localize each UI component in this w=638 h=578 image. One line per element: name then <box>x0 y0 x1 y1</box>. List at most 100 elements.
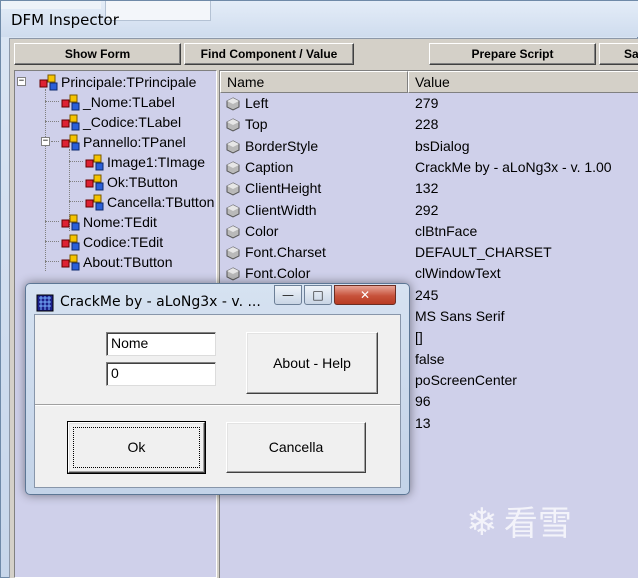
tree-node-label: _Nome:TLabel <box>83 94 175 110</box>
property-name: Font.Charset <box>245 244 326 261</box>
save-button[interactable]: Sav <box>599 43 638 65</box>
tree-node-label: Ok:TButton <box>107 174 178 190</box>
property-value[interactable]: 96 <box>415 393 431 409</box>
property-value[interactable]: clBtnFace <box>415 223 477 239</box>
minimize-button[interactable]: — <box>274 285 302 305</box>
tree-node-label: Principale:TPrincipale <box>61 74 197 90</box>
dialog-client: Nome 0 About - Help Ok Cancella <box>34 314 401 488</box>
tree-line <box>45 241 59 242</box>
background-window-strip <box>1 1 101 9</box>
property-row[interactable]: Font.Charset DEFAULT_CHARSET <box>220 243 638 264</box>
tree-node-label: Nome:TEdit <box>83 214 157 230</box>
component-icon <box>61 254 80 271</box>
property-row[interactable]: BorderStyle bsDialog <box>220 137 638 158</box>
crackme-dialog: CrackMe by - aLoNg3x - v. ... — □ ✕ Nome… <box>25 283 410 495</box>
property-row[interactable]: Caption CrackMe by - aLoNg3x - v. 1.00 <box>220 158 638 179</box>
property-value[interactable]: 132 <box>415 180 438 196</box>
about-help-button[interactable]: About - Help <box>246 332 378 394</box>
property-value[interactable]: 279 <box>415 95 438 111</box>
tree-line <box>45 89 46 271</box>
property-row[interactable]: Top 228 <box>220 115 638 136</box>
property-icon <box>226 161 240 175</box>
tree-node-label: _Codice:TLabel <box>83 114 182 130</box>
property-icon <box>226 267 240 281</box>
property-value[interactable]: 13 <box>415 415 431 431</box>
close-icon: ✕ <box>359 288 371 302</box>
property-row[interactable]: Color clBtnFace <box>220 222 638 243</box>
grid-header-name[interactable]: Name <box>220 71 408 93</box>
title-bar[interactable]: DFM Inspector <box>1 1 638 37</box>
app-icon <box>36 294 54 312</box>
dialog-title: CrackMe by - aLoNg3x - v. ... <box>60 294 261 310</box>
tree-node-label: About:TButton <box>83 254 173 270</box>
property-name: Top <box>245 116 268 133</box>
component-icon <box>39 74 58 91</box>
watermark: ❄ 看雪 <box>466 496 572 545</box>
prepare-script-button[interactable]: Prepare Script <box>429 43 596 65</box>
property-name: BorderStyle <box>245 137 319 154</box>
tree-line <box>45 101 59 102</box>
property-value[interactable]: false <box>415 351 445 367</box>
cancel-button[interactable]: Cancella <box>226 422 366 473</box>
tree-line <box>69 161 83 162</box>
property-row[interactable]: ClientWidth 292 <box>220 201 638 222</box>
tree-line <box>45 121 59 122</box>
property-value[interactable]: clWindowText <box>415 265 501 281</box>
property-name: Font.Color <box>245 265 311 282</box>
tree-node-label: Image1:TImage <box>107 154 206 170</box>
collapse-icon[interactable]: − <box>17 77 26 86</box>
collapse-icon[interactable]: − <box>41 137 50 146</box>
property-icon <box>226 225 240 239</box>
codice-input[interactable]: 0 <box>106 362 216 386</box>
property-icon <box>226 182 240 196</box>
tree-line <box>69 181 83 182</box>
maximize-button[interactable]: □ <box>304 285 332 305</box>
property-value[interactable]: [] <box>415 329 423 345</box>
property-row[interactable]: Left 279 <box>220 94 638 115</box>
component-icon <box>61 234 80 251</box>
tree-node-label: Pannello:TPanel <box>83 134 186 150</box>
property-value[interactable]: MS Sans Serif <box>415 308 504 324</box>
tree-node-label: Codice:TEdit <box>83 234 164 250</box>
component-icon <box>85 194 104 211</box>
property-value[interactable]: poScreenCenter <box>415 372 517 388</box>
tree-line <box>45 221 59 222</box>
find-component-button[interactable]: Find Component / Value <box>184 43 354 65</box>
background-window-field <box>105 1 211 21</box>
component-icon <box>61 214 80 231</box>
property-row[interactable]: ClientHeight 132 <box>220 179 638 200</box>
property-icon <box>226 97 240 111</box>
grid-header-value[interactable]: Value <box>408 71 638 93</box>
property-icon <box>226 140 240 154</box>
property-name: Color <box>245 222 279 239</box>
snowflake-icon: ❄ <box>466 500 498 544</box>
tree-line <box>69 201 83 202</box>
tree-line <box>51 141 59 142</box>
show-form-button[interactable]: Show Form <box>14 43 181 65</box>
property-icon <box>226 203 240 218</box>
property-value[interactable]: DEFAULT_CHARSET <box>415 244 552 260</box>
property-name: Caption <box>245 158 294 175</box>
component-icon <box>85 174 104 191</box>
property-value[interactable]: 228 <box>415 116 438 132</box>
panel-divider <box>35 404 400 406</box>
minimize-icon: — <box>282 288 294 302</box>
ok-button[interactable]: Ok <box>67 421 206 474</box>
component-icon <box>61 134 80 151</box>
component-icon <box>61 114 80 131</box>
property-value[interactable]: bsDialog <box>415 138 469 154</box>
nome-input[interactable]: Nome <box>106 332 216 356</box>
component-icon <box>61 94 80 111</box>
maximize-icon: □ <box>312 288 324 302</box>
property-value[interactable]: CrackMe by - aLoNg3x - v. 1.00 <box>415 159 612 175</box>
property-value[interactable]: 292 <box>415 202 438 218</box>
property-icon <box>226 246 240 260</box>
close-button[interactable]: ✕ <box>334 285 396 305</box>
property-icon <box>226 118 240 132</box>
property-name: ClientHeight <box>245 180 322 197</box>
property-value[interactable]: 245 <box>415 287 438 303</box>
component-icon <box>85 154 104 171</box>
watermark-text: 看雪 <box>503 504 572 544</box>
tree-node-label: Cancella:TButton <box>107 194 215 210</box>
focus-rect <box>73 427 200 468</box>
